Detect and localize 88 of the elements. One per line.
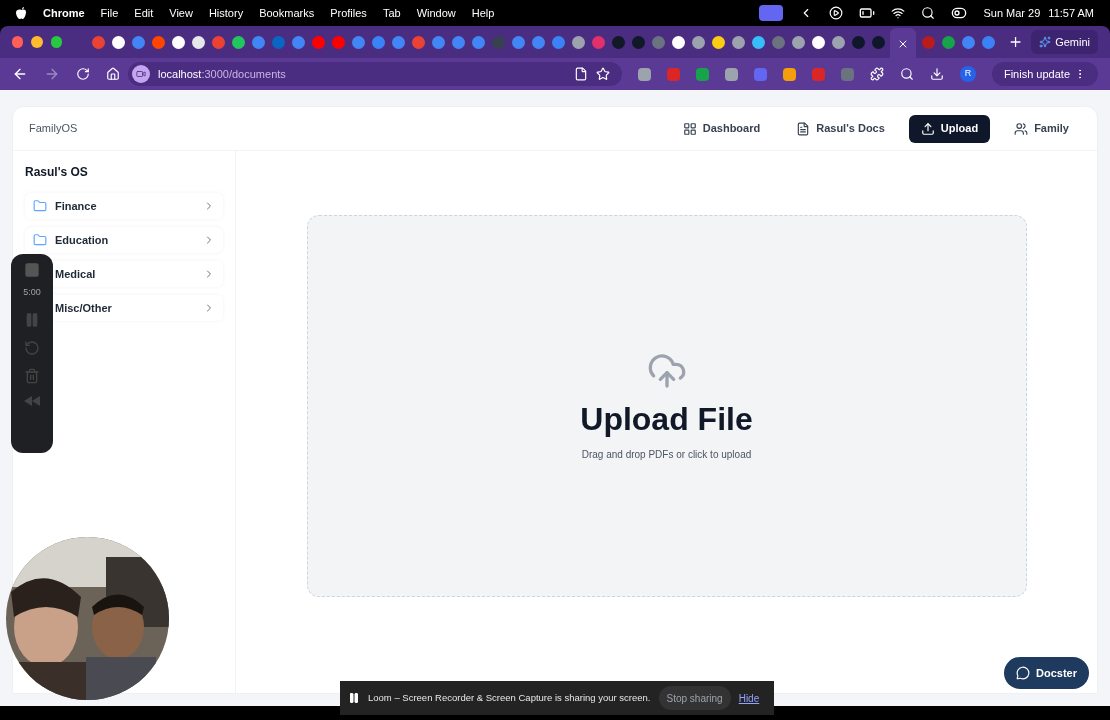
menu-item[interactable]: Edit	[134, 4, 154, 22]
stop-sharing-button[interactable]: Stop sharing	[658, 686, 731, 710]
menu-item[interactable]: Tab	[382, 4, 401, 22]
tab-favicon-icon[interactable]	[111, 35, 125, 49]
menubar-time: 11:57 AM	[1048, 5, 1094, 21]
tab-favicon-icon[interactable]	[711, 35, 725, 49]
tab-favicon-icon[interactable]	[571, 35, 585, 49]
menu-item[interactable]: Window	[416, 4, 456, 22]
nav-tab[interactable]: Dashboard	[670, 114, 773, 143]
upload-dropzone[interactable]: Upload File Drag and drop PDFs or click to upload	[306, 215, 1027, 597]
document-icon	[796, 121, 811, 136]
search-icon[interactable]	[921, 6, 936, 20]
folder-label: Education	[55, 232, 109, 248]
download-icon[interactable]	[929, 67, 944, 81]
tab-favicon-icon[interactable]	[171, 35, 185, 49]
chat-icon	[1016, 666, 1031, 680]
extension-icon[interactable]	[637, 67, 651, 81]
extension-icon[interactable]	[753, 67, 767, 81]
menu-item[interactable]: File	[100, 4, 119, 22]
tab-favicon-icon[interactable]	[671, 35, 685, 49]
extension-icon[interactable]	[840, 67, 854, 81]
window-close-icon[interactable]	[12, 36, 24, 48]
upload-title: Upload File	[580, 399, 753, 439]
menu-item[interactable]: Bookmarks	[259, 4, 315, 22]
folder-item[interactable]: Education	[25, 227, 223, 253]
upload-icon	[920, 121, 935, 136]
nav-tab[interactable]: Upload	[908, 114, 991, 143]
search-icon[interactable]	[899, 67, 914, 81]
grid-icon	[682, 121, 697, 136]
trash-icon[interactable]	[24, 367, 40, 384]
brand-name[interactable]: FamilyOS	[29, 120, 78, 137]
tab-favicon-icon[interactable]	[231, 35, 245, 49]
app-menu[interactable]: Chrome	[43, 4, 85, 22]
back-icon[interactable]	[12, 66, 28, 82]
tab-favicon-icon[interactable]	[811, 35, 825, 49]
sparkle-icon	[1039, 36, 1052, 48]
banner-text: Loom – Screen Recorder & Screen Capture is sharing your screen.	[368, 690, 651, 705]
extensions-icon[interactable]	[869, 67, 884, 81]
hide-link[interactable]: Hide	[738, 690, 760, 706]
menu-item[interactable]: View	[169, 4, 193, 22]
menu-item[interactable]: Profiles	[330, 4, 367, 22]
menu-item[interactable]: Help	[471, 4, 495, 22]
pause-icon[interactable]	[24, 311, 40, 328]
tab-favicon-icon[interactable]	[751, 35, 765, 49]
tab-favicon-icon[interactable]	[831, 35, 845, 49]
screen-share-icon[interactable]	[759, 5, 784, 21]
url-text: localhost:3000/documents	[158, 66, 286, 82]
window-zoom-icon[interactable]	[50, 36, 63, 48]
folder-item[interactable]: Finance	[25, 193, 223, 219]
extension-icon[interactable]	[811, 67, 825, 81]
nav-tab[interactable]: Family	[1002, 114, 1081, 143]
folder-label: Misc/Other	[55, 300, 112, 316]
upload-subtitle: Drag and drop PDFs or click to upload	[581, 447, 752, 462]
extension-icon[interactable]	[695, 67, 709, 81]
profile-avatar[interactable]: R	[959, 66, 976, 82]
extension-icon[interactable]	[782, 67, 796, 81]
finish-update-button[interactable]: Finish update	[991, 62, 1098, 86]
wifi-icon[interactable]	[891, 6, 906, 20]
stop-icon[interactable]	[24, 262, 40, 278]
play-icon[interactable]	[829, 6, 844, 20]
menu-item[interactable]: History	[208, 4, 244, 22]
extension-icon[interactable]	[724, 67, 738, 81]
sidebar-title: Rasul's OS	[25, 164, 89, 181]
folder-label: Finance	[55, 198, 97, 214]
nav-tab[interactable]: Rasul's Docs	[784, 114, 897, 143]
home-icon[interactable]	[106, 67, 120, 81]
chat-button[interactable]: Docster	[1004, 657, 1089, 689]
people-icon	[1014, 121, 1029, 136]
extension-icon[interactable]	[666, 67, 680, 81]
control-center-icon[interactable]	[951, 5, 968, 21]
menubar-date: Sun Mar 29	[983, 5, 1041, 21]
address-bar[interactable]: localhost:3000/documents	[128, 62, 622, 86]
restart-icon[interactable]	[24, 339, 40, 356]
reload-icon[interactable]	[76, 67, 90, 81]
battery-icon	[859, 5, 876, 21]
apple-logo-icon[interactable]	[16, 6, 27, 20]
site-icon[interactable]	[132, 65, 150, 83]
gemini-button[interactable]: Gemini	[1031, 30, 1098, 54]
tab-favicon-icon[interactable]	[691, 35, 705, 49]
tab-favicon-icon[interactable]	[791, 35, 805, 49]
window-minimize-icon[interactable]	[31, 36, 43, 48]
tab-favicon-icon[interactable]	[191, 35, 205, 49]
bookmark-star-icon[interactable]	[595, 67, 610, 81]
page-icon[interactable]	[573, 67, 588, 81]
tab-favicon-icon[interactable]	[731, 35, 745, 49]
pause-icon	[348, 692, 360, 704]
collapse-icon[interactable]	[24, 395, 40, 406]
folder-label: Medical	[55, 266, 96, 282]
